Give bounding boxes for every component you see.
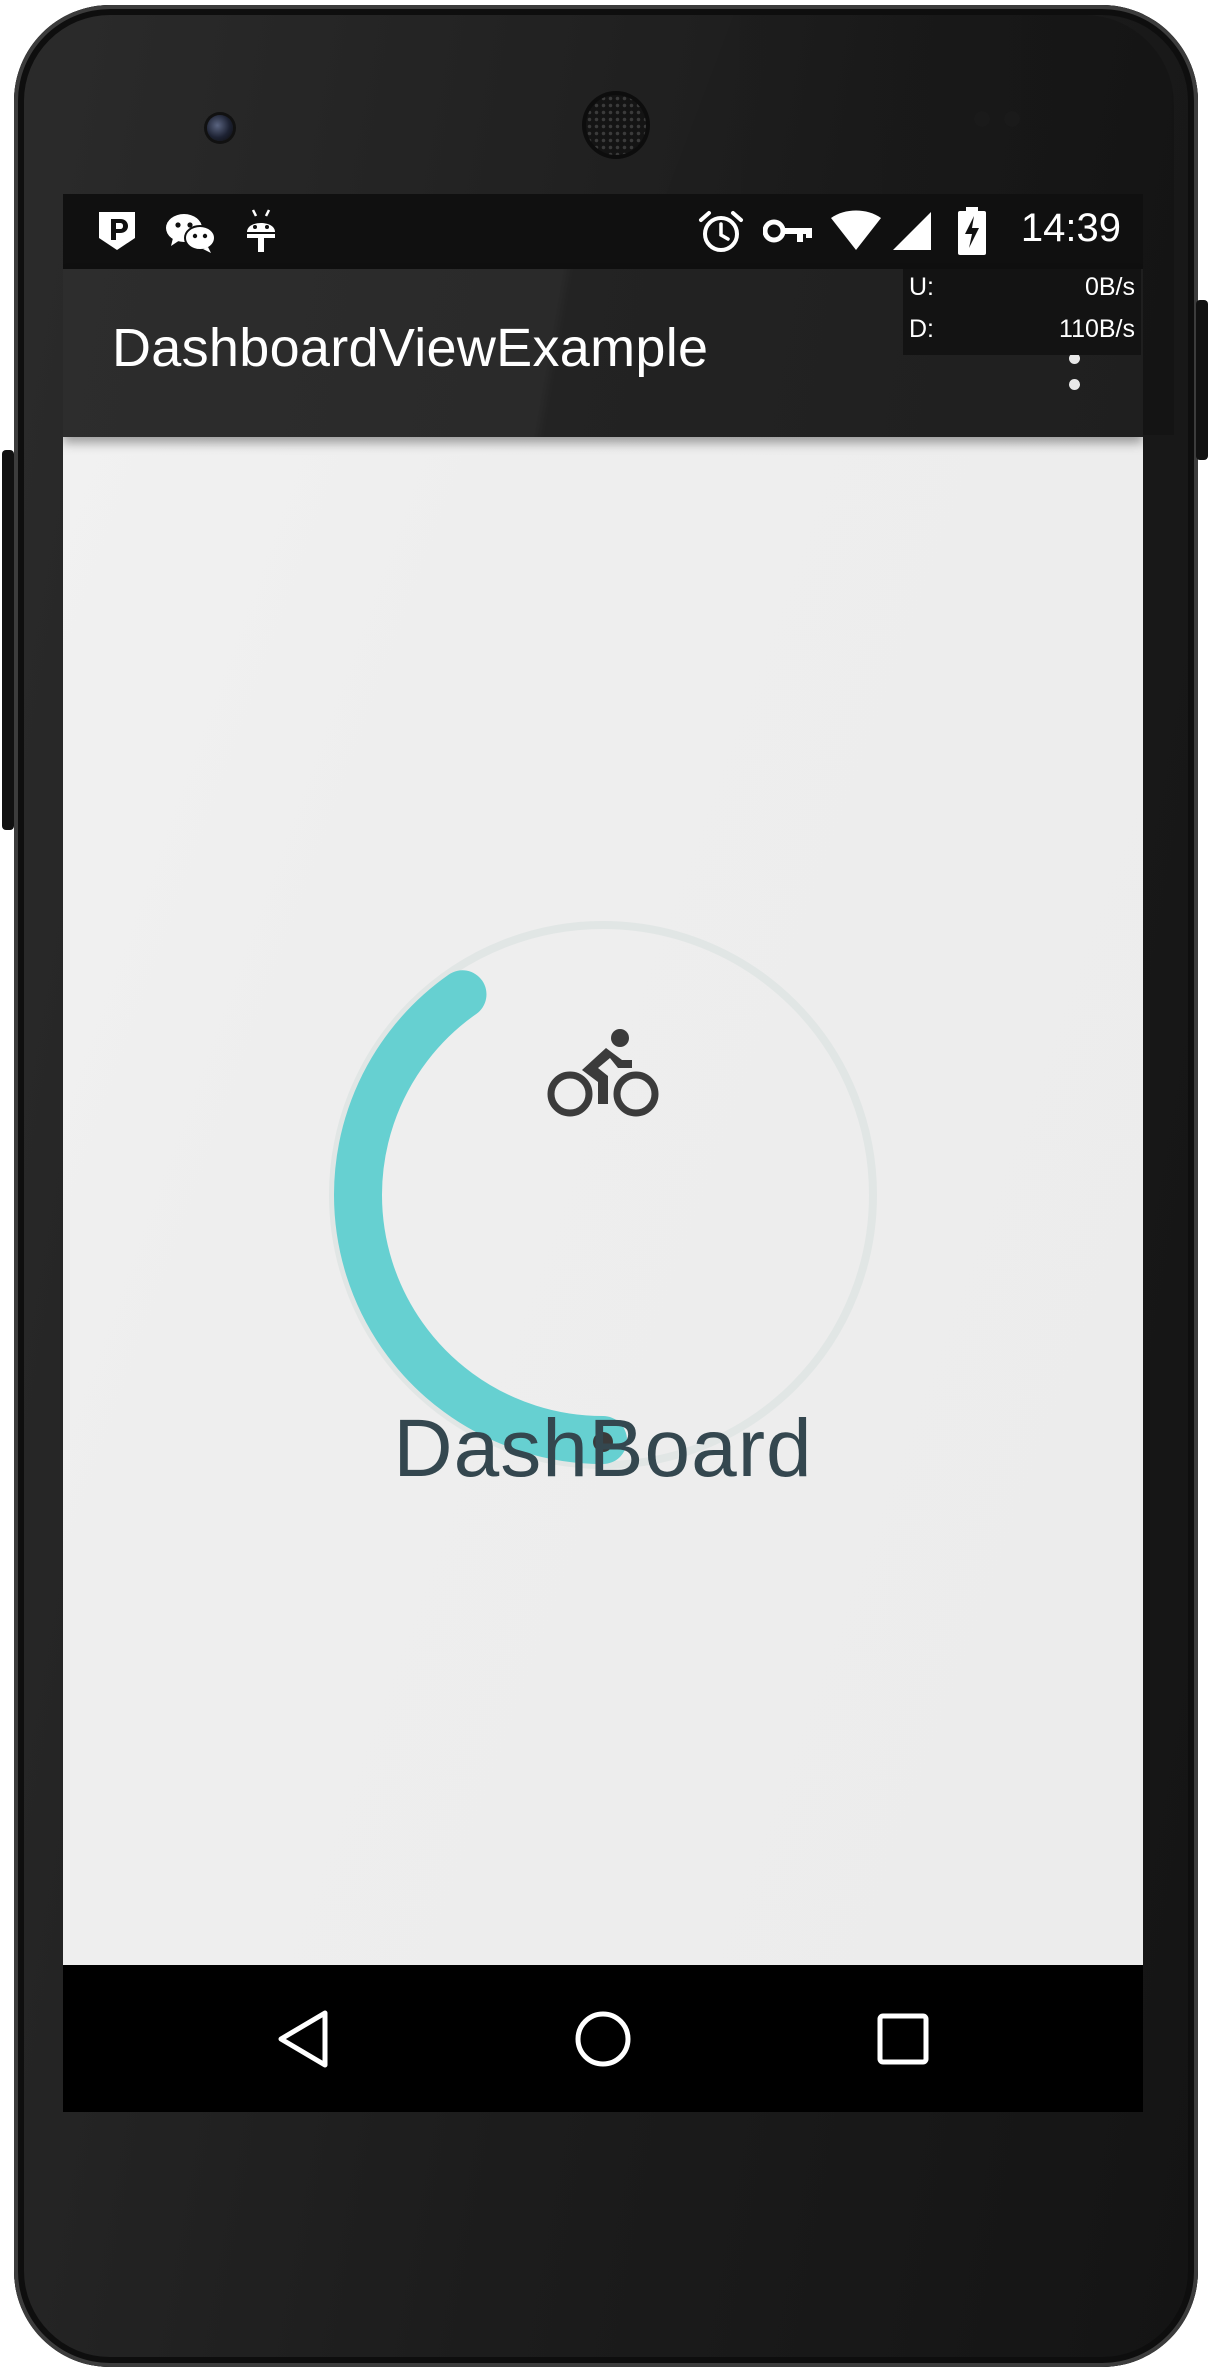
dashboard-label: DashBoard <box>393 1403 813 1494</box>
download-label: D: <box>909 315 934 343</box>
recents-square-icon <box>877 2013 929 2064</box>
dashboard-view <box>329 921 877 1469</box>
download-value: 110B/s <box>1059 315 1135 343</box>
back-button[interactable] <box>203 1965 403 2112</box>
back-triangle-icon <box>278 2010 328 2067</box>
screen: 14:39 DashboardViewExample U: 0B/s D: 11… <box>63 194 1143 2112</box>
upload-row: U: 0B/s <box>903 269 1141 311</box>
earpiece-speaker <box>586 95 646 155</box>
home-circle-icon <box>575 2011 631 2066</box>
dashboard-progress-arc <box>334 970 627 1464</box>
proximity-sensor <box>974 111 990 127</box>
network-speed-overlay: U: 0B/s D: 110B/s <box>903 269 1141 355</box>
app-title: DashboardViewExample <box>112 318 709 378</box>
android-debug-icon <box>247 209 275 252</box>
volume-button[interactable] <box>2 450 14 830</box>
light-sensor <box>1004 111 1020 127</box>
bike-icon <box>547 1029 659 1117</box>
battery-charging-icon <box>958 207 986 255</box>
pocket-icon <box>99 212 135 250</box>
upload-label: U: <box>909 273 934 301</box>
recents-button[interactable] <box>803 1965 1003 2112</box>
vpn-key-icon <box>763 219 812 243</box>
wifi-icon <box>831 210 881 250</box>
cell-signal-icon <box>893 212 931 250</box>
status-clock: 14:39 <box>1020 206 1121 250</box>
wechat-icon <box>166 214 216 253</box>
home-button[interactable] <box>503 1965 703 2112</box>
front-camera <box>207 115 233 141</box>
nav-bar <box>63 1965 1143 2112</box>
content-area: DashBoard <box>63 437 1143 1965</box>
download-row: D: 110B/s <box>903 311 1141 353</box>
alarm-icon <box>699 211 743 252</box>
status-bar: 14:39 <box>63 194 1143 269</box>
upload-value: 0B/s <box>1084 273 1135 301</box>
power-button[interactable] <box>1196 300 1208 460</box>
